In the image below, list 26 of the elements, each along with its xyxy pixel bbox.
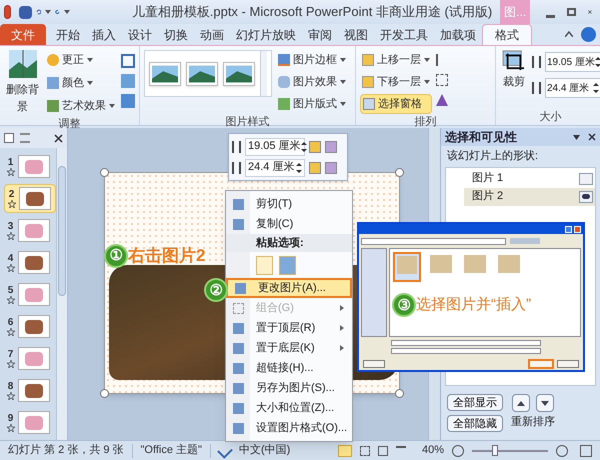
slide-number: 9 bbox=[8, 414, 14, 424]
slide-number: 8 bbox=[8, 382, 14, 392]
slide-number: 2 bbox=[8, 190, 14, 200]
slide-counter: 幻灯片 第 2 张，共 9 张 bbox=[8, 443, 124, 458]
window-title: 儿童相册模板.pptx - Microsoft PowerPoint 非商业用途 (试用版) bbox=[132, 3, 492, 22]
group-label: 调整 bbox=[58, 117, 80, 132]
zoom-level: 40% bbox=[422, 443, 444, 458]
pane-subtitle: 该幻灯片上的形状: bbox=[446, 148, 540, 164]
slide-number: 1 bbox=[8, 158, 14, 168]
context-tab-label: 图... bbox=[500, 0, 530, 24]
theme-name: "Office 主题" bbox=[140, 442, 202, 458]
step-instruction: 选择图片并“插入” bbox=[416, 294, 531, 315]
slide-number: 5 bbox=[8, 286, 14, 296]
menu-section-header: 粘贴选项: bbox=[256, 236, 304, 251]
slide-number: 7 bbox=[8, 350, 14, 360]
group-label: 图片样式 bbox=[226, 115, 270, 130]
step-number-badge: ③ bbox=[392, 293, 416, 317]
language-label: 中文(中国) bbox=[238, 442, 290, 458]
slide-number: 3 bbox=[8, 222, 14, 232]
reorder-label: 重新排序 bbox=[511, 414, 555, 430]
group-label: 大小 bbox=[540, 110, 562, 124]
slide-number: 6 bbox=[8, 318, 14, 328]
step-instruction: 右击图片2 bbox=[128, 245, 206, 267]
pane-title: 选择和可见性 bbox=[445, 129, 517, 146]
group-label: 排列 bbox=[414, 115, 436, 130]
slide-number: 4 bbox=[8, 254, 14, 264]
